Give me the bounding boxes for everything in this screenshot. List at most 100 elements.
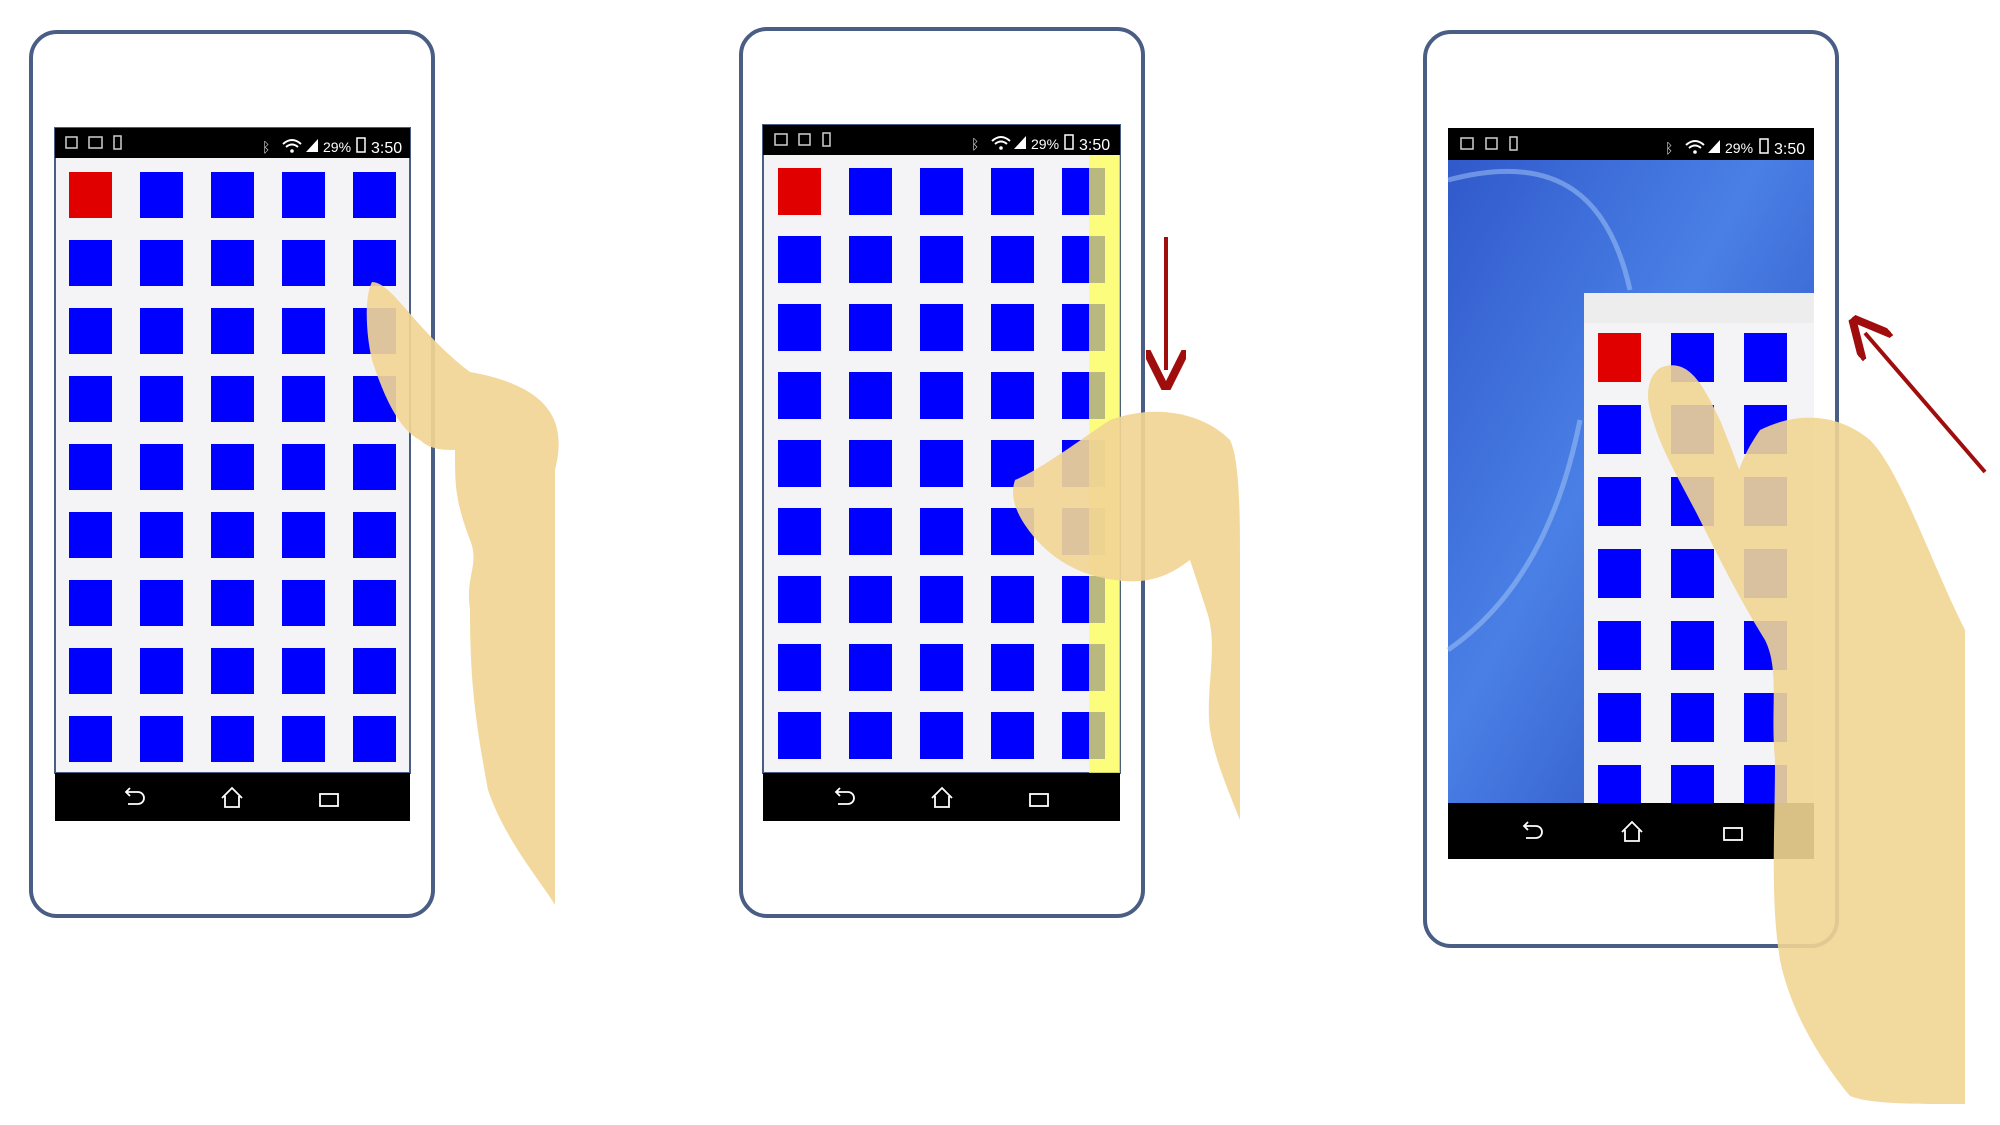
- battery-percent: 29%: [1725, 140, 1753, 156]
- status-bar: ᛒ 29% 3:50: [1448, 128, 1814, 160]
- blue-tile[interactable]: [211, 308, 254, 354]
- blue-tile[interactable]: [140, 580, 183, 626]
- blue-tile[interactable]: [1744, 333, 1787, 382]
- blue-tile[interactable]: [69, 308, 112, 354]
- blue-tile[interactable]: [778, 440, 821, 487]
- blue-tile[interactable]: [69, 648, 112, 694]
- blue-tile[interactable]: [140, 716, 183, 762]
- blue-tile[interactable]: [282, 716, 325, 762]
- blue-tile[interactable]: [1671, 621, 1714, 670]
- nav-bar: [763, 773, 1120, 821]
- blue-tile[interactable]: [69, 444, 112, 490]
- blue-tile[interactable]: [211, 716, 254, 762]
- blue-tile[interactable]: [140, 648, 183, 694]
- blue-tile[interactable]: [778, 712, 821, 759]
- blue-tile[interactable]: [849, 576, 892, 623]
- blue-tile[interactable]: [353, 580, 396, 626]
- blue-tile[interactable]: [282, 240, 325, 286]
- blue-tile[interactable]: [211, 240, 254, 286]
- blue-tile[interactable]: [1598, 693, 1641, 742]
- blue-tile[interactable]: [1671, 549, 1714, 598]
- blue-tile[interactable]: [920, 644, 963, 691]
- blue-tile[interactable]: [778, 372, 821, 419]
- blue-tile[interactable]: [140, 308, 183, 354]
- blue-tile[interactable]: [991, 236, 1034, 283]
- blue-tile[interactable]: [991, 168, 1034, 215]
- battery-percent: 29%: [323, 139, 351, 155]
- blue-tile[interactable]: [282, 580, 325, 626]
- blue-tile[interactable]: [920, 372, 963, 419]
- status-time: 3:50: [1774, 141, 1805, 158]
- blue-tile[interactable]: [849, 304, 892, 351]
- blue-tile[interactable]: [920, 508, 963, 555]
- red-tile[interactable]: [1598, 333, 1641, 382]
- blue-tile[interactable]: [991, 372, 1034, 419]
- bluetooth-icon: ᛒ: [262, 139, 270, 155]
- red-tile[interactable]: [69, 172, 112, 218]
- blue-tile[interactable]: [282, 648, 325, 694]
- blue-tile[interactable]: [991, 712, 1034, 759]
- battery-percent: 29%: [1031, 136, 1059, 152]
- status-bar: ᛒ 29% 3:50: [763, 125, 1120, 155]
- blue-tile[interactable]: [1598, 405, 1641, 454]
- blue-tile[interactable]: [920, 712, 963, 759]
- blue-tile[interactable]: [211, 648, 254, 694]
- blue-tile[interactable]: [282, 444, 325, 490]
- phone-panel-tap-edge: ᛒ 29% 3:50: [29, 30, 559, 918]
- blue-tile[interactable]: [211, 376, 254, 422]
- blue-tile[interactable]: [778, 644, 821, 691]
- blue-tile[interactable]: [849, 372, 892, 419]
- blue-tile[interactable]: [69, 580, 112, 626]
- blue-tile[interactable]: [211, 172, 254, 218]
- blue-tile[interactable]: [1598, 621, 1641, 670]
- blue-tile[interactable]: [991, 644, 1034, 691]
- blue-tile[interactable]: [991, 576, 1034, 623]
- blue-tile[interactable]: [778, 304, 821, 351]
- blue-tile[interactable]: [140, 376, 183, 422]
- blue-tile[interactable]: [920, 576, 963, 623]
- status-time: 3:50: [371, 140, 402, 157]
- red-tile[interactable]: [778, 168, 821, 215]
- blue-tile[interactable]: [211, 512, 254, 558]
- blue-tile[interactable]: [69, 716, 112, 762]
- blue-tile[interactable]: [69, 240, 112, 286]
- blue-tile[interactable]: [211, 580, 254, 626]
- blue-tile[interactable]: [282, 172, 325, 218]
- blue-tile[interactable]: [282, 512, 325, 558]
- blue-tile[interactable]: [778, 236, 821, 283]
- blue-tile[interactable]: [353, 716, 396, 762]
- blue-tile[interactable]: [849, 712, 892, 759]
- blue-tile[interactable]: [353, 444, 396, 490]
- bluetooth-icon: ᛒ: [1665, 140, 1673, 156]
- blue-tile[interactable]: [353, 240, 396, 286]
- blue-tile[interactable]: [1598, 549, 1641, 598]
- blue-tile[interactable]: [991, 304, 1034, 351]
- blue-tile[interactable]: [849, 236, 892, 283]
- blue-tile[interactable]: [353, 648, 396, 694]
- blue-tile[interactable]: [1598, 477, 1641, 526]
- blue-tile[interactable]: [140, 172, 183, 218]
- blue-tile[interactable]: [140, 512, 183, 558]
- reduced-window-header: [1584, 293, 1814, 323]
- blue-tile[interactable]: [849, 508, 892, 555]
- blue-tile[interactable]: [140, 240, 183, 286]
- blue-tile[interactable]: [849, 440, 892, 487]
- blue-tile[interactable]: [140, 444, 183, 490]
- blue-tile[interactable]: [920, 304, 963, 351]
- blue-tile[interactable]: [353, 512, 396, 558]
- blue-tile[interactable]: [69, 376, 112, 422]
- blue-tile[interactable]: [1671, 693, 1714, 742]
- blue-tile[interactable]: [778, 508, 821, 555]
- blue-tile[interactable]: [211, 444, 254, 490]
- blue-tile[interactable]: [920, 236, 963, 283]
- blue-tile[interactable]: [69, 512, 112, 558]
- blue-tile[interactable]: [778, 576, 821, 623]
- blue-tile[interactable]: [282, 376, 325, 422]
- blue-tile[interactable]: [849, 168, 892, 215]
- blue-tile[interactable]: [282, 308, 325, 354]
- status-time: 3:50: [1079, 137, 1110, 154]
- blue-tile[interactable]: [353, 172, 396, 218]
- blue-tile[interactable]: [849, 644, 892, 691]
- blue-tile[interactable]: [920, 168, 963, 215]
- blue-tile[interactable]: [920, 440, 963, 487]
